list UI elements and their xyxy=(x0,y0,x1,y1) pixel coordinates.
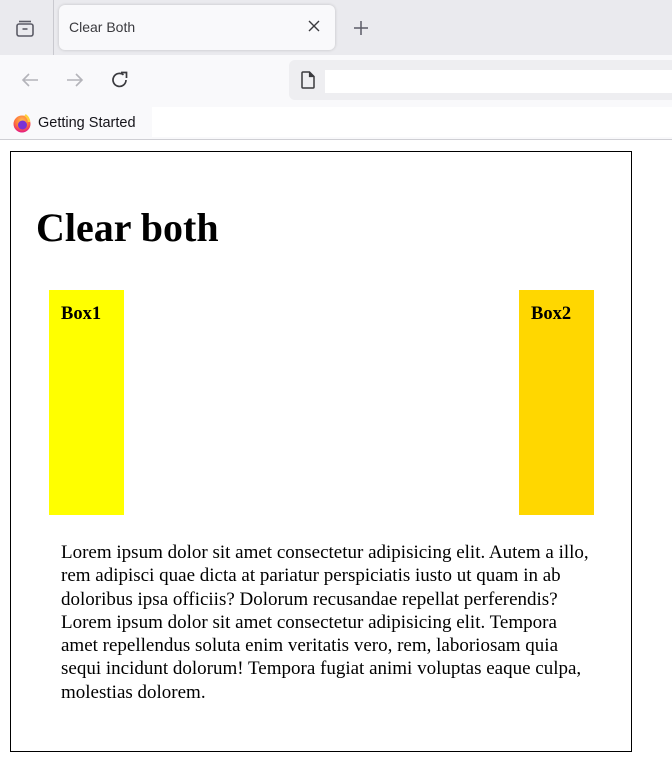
tab-separator xyxy=(53,0,54,55)
forward-button[interactable] xyxy=(62,67,88,93)
url-bar[interactable] xyxy=(289,60,672,100)
page-heading: Clear both xyxy=(36,205,219,250)
bookmarks-empty-area xyxy=(152,107,672,137)
box-1-label: Box1 xyxy=(61,304,102,324)
arrow-right-icon xyxy=(67,73,84,87)
navigation-bar xyxy=(0,55,672,105)
page-icon-container xyxy=(299,71,317,89)
box-1: Box1 xyxy=(49,290,124,515)
reload-icon xyxy=(112,71,128,88)
box-2: Box2 xyxy=(519,290,594,515)
new-tab-button[interactable] xyxy=(350,17,372,39)
reload-button[interactable] xyxy=(107,67,133,93)
firefox-icon xyxy=(13,114,31,133)
tab-active[interactable]: Clear Both xyxy=(59,5,335,50)
box-2-label: Box2 xyxy=(531,304,572,324)
page-viewport: Clear both Box1 Box2 Lorem ipsum dolor s… xyxy=(0,141,672,781)
tab-title: Clear Both xyxy=(69,19,136,35)
lorem-paragraph: Lorem ipsum dolor sit amet consectetur a… xyxy=(61,542,589,703)
tab-strip: Clear Both xyxy=(0,0,672,55)
url-input[interactable] xyxy=(325,70,672,93)
tab-list-icon xyxy=(16,20,34,37)
tab-list-button[interactable] xyxy=(10,16,40,42)
bookmarks-bar: Getting Started xyxy=(0,105,672,140)
content-container: Clear both Box1 Box2 Lorem ipsum dolor s… xyxy=(10,151,632,752)
bookmark-getting-started[interactable]: Getting Started xyxy=(12,111,136,135)
page-icon xyxy=(301,71,315,89)
tab-close-button[interactable] xyxy=(305,17,323,35)
plus-icon xyxy=(354,21,368,35)
close-icon xyxy=(308,20,320,32)
arrow-left-icon xyxy=(21,73,38,87)
back-button[interactable] xyxy=(17,67,43,93)
bookmark-label: Getting Started xyxy=(38,115,136,131)
